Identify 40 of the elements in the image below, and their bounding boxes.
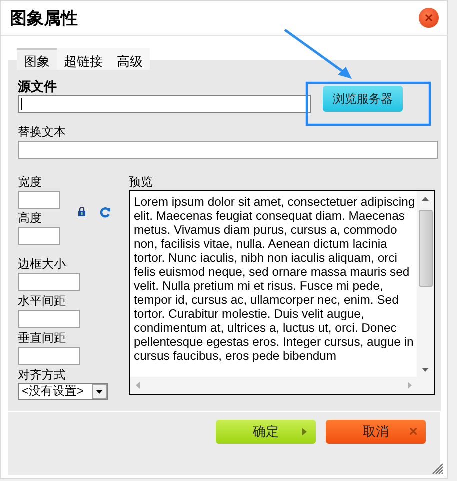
input-field[interactable]	[18, 141, 438, 159]
input-field[interactable]	[18, 273, 80, 291]
caret-icon	[96, 390, 103, 394]
preview-text: Lorem ipsum dolor sit amet, consectetuer adipiscing elit. Maecenas feugiat consequat diam. Maecenas metus. Vivamus diam purus, cursus a, commodo non, facilisis vitae, nulla. Aenean dictum lacinia tortor. Nunc iaculis, nibh non iaculis aliquam, orci felis euismod neque, sed ornare massa mauris sed velit. Nulla pretium mi et risus. Fusce mi pede, tempor id, cursus ac, ullamcorper nec, enim. Sed tortor. Curabitur molestie. Duis velit augue, condimentum at, ultrices a, luctus ut, orci. Donec pellentesque egestas eros. Integer cursus, augue in cursus faucibus, eros pede bibendum	[134, 195, 416, 363]
field-label: 高度	[18, 211, 43, 226]
input-field[interactable]	[18, 191, 60, 209]
field-label: 宽度	[18, 175, 43, 190]
input-field[interactable]	[18, 310, 80, 328]
close-icon	[410, 428, 417, 435]
field-label: 对齐方式	[18, 368, 67, 383]
align-dropdown[interactable]: <没有设置>	[18, 383, 108, 400]
refresh-icon[interactable]	[100, 206, 111, 218]
close-button[interactable]	[419, 8, 439, 28]
input-field[interactable]	[18, 227, 60, 245]
browse-server-button[interactable]: 浏览服务器	[323, 86, 403, 112]
scroll-right-icon[interactable]	[408, 382, 412, 389]
input-field[interactable]	[18, 95, 311, 113]
resize-grip-icon[interactable]	[432, 463, 443, 474]
tab[interactable]: 高级	[110, 48, 150, 70]
scroll-up-icon[interactable]	[422, 197, 429, 201]
horizontal-scrollbar[interactable]	[130, 377, 434, 394]
input-field[interactable]	[18, 347, 80, 365]
scroll-left-icon[interactable]	[136, 382, 140, 389]
field-label: 预览	[129, 175, 154, 190]
tab[interactable]: 超链接	[57, 48, 110, 70]
field-label: 垂直间距	[18, 331, 67, 346]
arrow	[284, 28, 352, 79]
lock-icon[interactable]	[78, 206, 86, 216]
field-label: 替换文本	[18, 125, 67, 140]
field-label: 边框大小	[18, 257, 67, 272]
tab[interactable]: 图象	[17, 48, 57, 70]
window-title: 图象属性	[10, 8, 78, 30]
field-label: 水平间距	[18, 294, 67, 309]
ok-button[interactable]: 确定	[216, 420, 316, 444]
cancel-button[interactable]: 取消	[326, 420, 426, 444]
close-icon	[425, 14, 433, 22]
play-icon	[302, 428, 307, 436]
scroll-down-icon[interactable]	[422, 368, 429, 372]
field-label: 源文件	[18, 79, 58, 95]
vertical-scrollbar[interactable]	[417, 191, 434, 378]
